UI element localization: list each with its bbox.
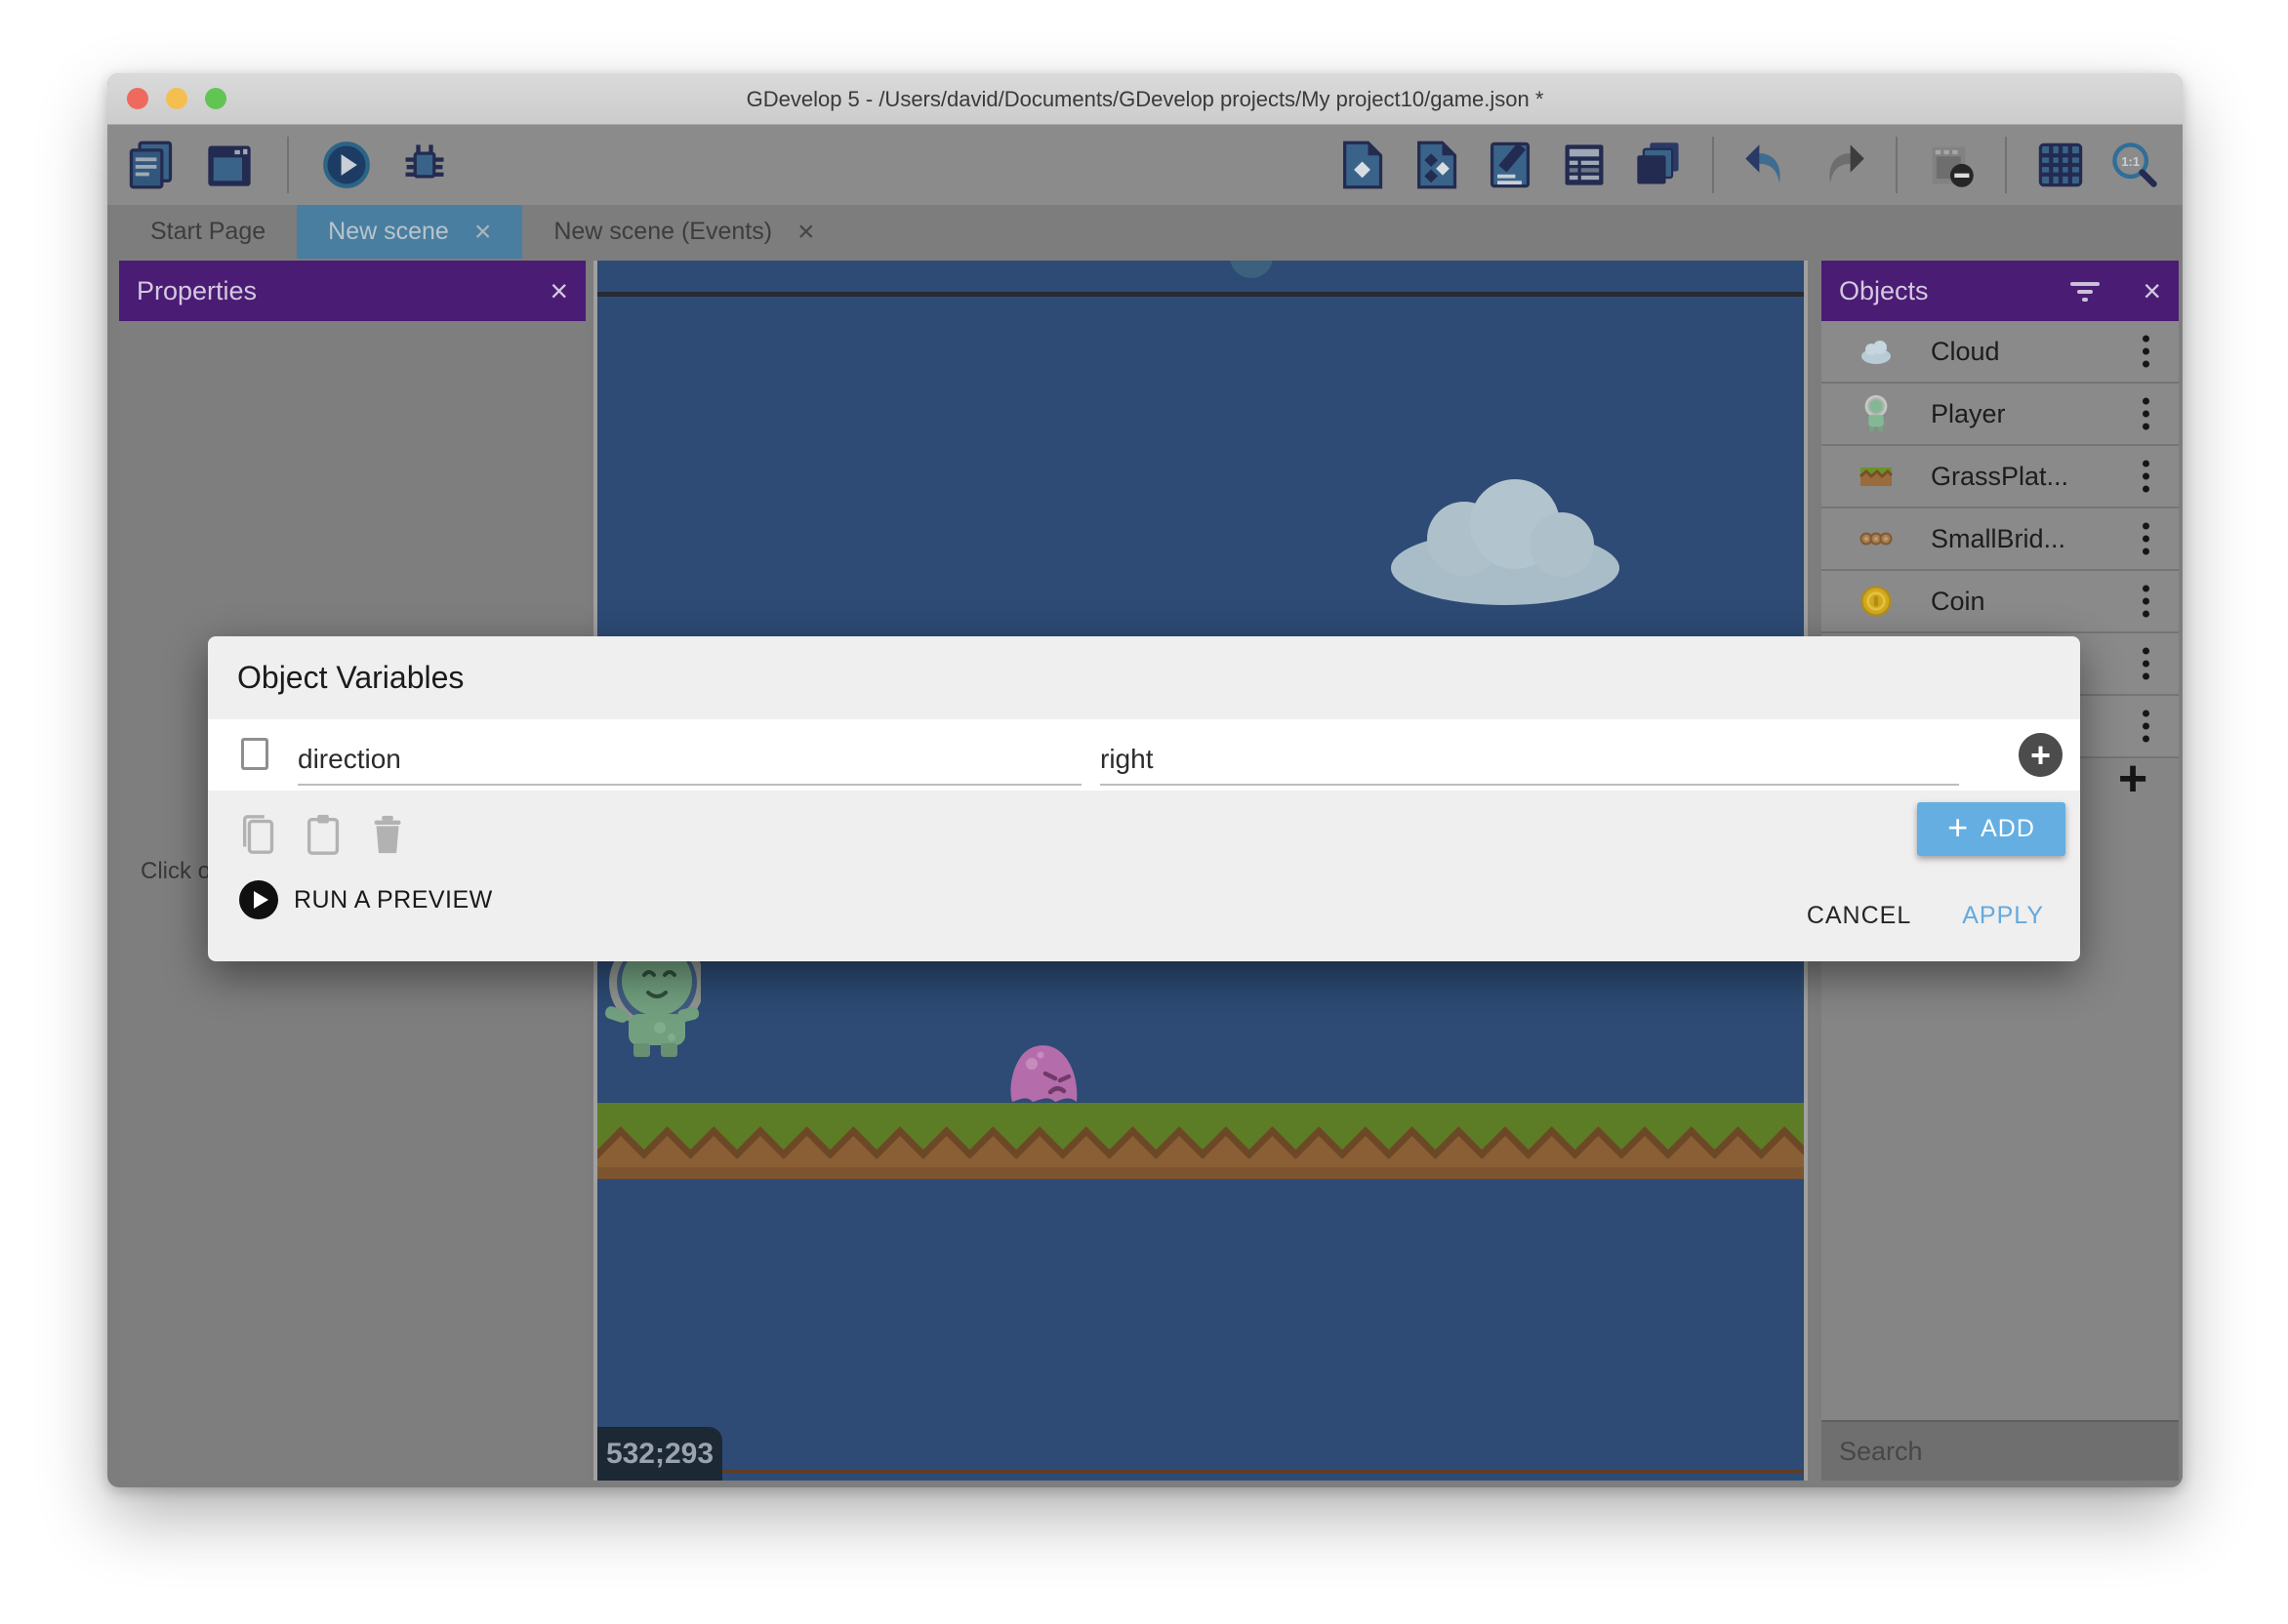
tab-start-page[interactable]: Start Page xyxy=(119,205,297,259)
object-name: SmallBrid... xyxy=(1931,524,2065,554)
preview-play-icon[interactable] xyxy=(320,139,373,191)
cloud-object[interactable] xyxy=(1378,470,1632,612)
debug-icon[interactable] xyxy=(398,139,451,191)
paste-icon[interactable] xyxy=(302,812,347,862)
object-name: Coin xyxy=(1931,587,1985,617)
object-row-smallbridge[interactable]: SmallBrid... xyxy=(1821,508,2179,571)
add-button-label: ADD xyxy=(1981,815,2035,843)
properties-hint: Click o xyxy=(141,858,211,885)
objects-search-bar xyxy=(1821,1420,2179,1481)
tab-new-scene[interactable]: New scene × xyxy=(297,205,522,259)
toggle-mask-icon[interactable] xyxy=(1925,139,1978,191)
toolbar: 1:1 xyxy=(107,125,2183,205)
close-panel-icon[interactable]: × xyxy=(550,273,568,309)
delete-icon[interactable] xyxy=(366,812,411,862)
redo-icon[interactable] xyxy=(1816,139,1868,191)
variable-row: + xyxy=(208,719,2080,791)
object-menu-icon[interactable] xyxy=(2143,710,2149,743)
tabbar: Start Page New scene × New scene (Events… xyxy=(119,205,846,259)
variable-name-input[interactable] xyxy=(298,735,1082,786)
object-menu-icon[interactable] xyxy=(2143,336,2149,368)
undo-icon[interactable] xyxy=(1741,139,1794,191)
start-page-icon[interactable] xyxy=(203,139,256,191)
objects-panel-header: Objects × xyxy=(1821,261,2179,321)
object-menu-icon[interactable] xyxy=(2143,461,2149,493)
object-menu-icon[interactable] xyxy=(2143,398,2149,430)
player-thumbnail-icon xyxy=(1821,394,1931,433)
toolbar-right: 1:1 xyxy=(1335,137,2161,193)
variable-toolbar xyxy=(237,812,411,862)
dialog-actions: CANCEL APPLY xyxy=(1803,896,2048,936)
object-row-cloud[interactable]: Cloud xyxy=(1821,321,2179,384)
grass-platform-object[interactable] xyxy=(597,1103,1804,1179)
properties-panel-header: Properties × xyxy=(119,261,586,321)
toolbar-separator xyxy=(287,137,289,193)
enemy-slime-object[interactable] xyxy=(1007,1041,1082,1108)
close-tab-icon[interactable]: × xyxy=(474,218,492,247)
object-row-player[interactable]: Player xyxy=(1821,384,2179,446)
add-child-variable-icon[interactable]: + xyxy=(2019,733,2063,777)
object-menu-icon[interactable] xyxy=(2143,586,2149,618)
bubble-object[interactable] xyxy=(1230,261,1273,278)
add-variable-button[interactable]: + ADD xyxy=(1917,802,2065,856)
object-name: GrassPlat... xyxy=(1931,462,2068,492)
screenshot: GDevelop 5 - /Users/david/Documents/GDev… xyxy=(0,0,2288,1624)
grid-icon[interactable] xyxy=(2034,139,2087,191)
object-variables-dialog: Object Variables + + ADD RUN xyxy=(208,636,2080,961)
scene-bottom-border xyxy=(597,1470,1804,1474)
scene-top-border xyxy=(597,292,1804,297)
add-object-icon[interactable] xyxy=(1335,139,1388,191)
toolbar-separator xyxy=(1896,137,1898,193)
tab-label: Start Page xyxy=(150,218,266,246)
scene-properties-icon[interactable] xyxy=(1558,139,1611,191)
cancel-button[interactable]: CANCEL xyxy=(1803,896,1915,936)
object-name: Cloud xyxy=(1931,337,2000,367)
close-tab-icon[interactable]: × xyxy=(797,218,815,247)
tab-label: New scene xyxy=(328,218,449,246)
svg-text:1:1: 1:1 xyxy=(2121,154,2140,169)
toolbar-separator xyxy=(2005,137,2007,193)
object-row-coin[interactable]: Coin xyxy=(1821,571,2179,633)
grass-platform-thumbnail-icon xyxy=(1821,459,1931,494)
toolbar-left xyxy=(125,137,451,193)
filter-icon[interactable] xyxy=(2067,279,2103,311)
coin-thumbnail-icon xyxy=(1821,582,1931,621)
edit-scene-icon[interactable] xyxy=(1484,139,1536,191)
object-row-grassplatform[interactable]: GrassPlat... xyxy=(1821,446,2179,508)
close-panel-icon[interactable]: × xyxy=(2143,273,2161,309)
variable-value-input[interactable] xyxy=(1100,735,1959,786)
project-manager-icon[interactable] xyxy=(125,139,178,191)
window-title: GDevelop 5 - /Users/david/Documents/GDev… xyxy=(107,73,2183,125)
copy-icon[interactable] xyxy=(237,812,282,862)
zoom-1-1-icon[interactable]: 1:1 xyxy=(2108,139,2161,191)
tab-label: New scene (Events) xyxy=(553,218,772,246)
variable-checkbox[interactable] xyxy=(241,738,268,770)
objects-search-input[interactable] xyxy=(1839,1437,2183,1467)
object-menu-icon[interactable] xyxy=(2143,648,2149,680)
layers-icon[interactable] xyxy=(1632,139,1685,191)
toolbar-separator xyxy=(1712,137,1714,193)
object-menu-icon[interactable] xyxy=(2143,523,2149,555)
run-preview-label: RUN A PREVIEW xyxy=(294,886,493,914)
cloud-thumbnail-icon xyxy=(1821,334,1931,369)
tab-new-scene-events[interactable]: New scene (Events) × xyxy=(522,205,845,259)
object-name: Player xyxy=(1931,399,2006,429)
dialog-title: Object Variables xyxy=(237,660,464,696)
play-icon xyxy=(239,880,278,919)
cursor-coordinates-badge: 532;293 xyxy=(597,1427,722,1481)
titlebar: GDevelop 5 - /Users/david/Documents/GDev… xyxy=(107,73,2183,125)
gdevelop-window: GDevelop 5 - /Users/david/Documents/GDev… xyxy=(107,73,2183,1487)
objects-group-icon[interactable] xyxy=(1410,139,1462,191)
add-object-button[interactable]: + xyxy=(2108,753,2157,808)
run-preview-button[interactable]: RUN A PREVIEW xyxy=(239,880,493,919)
properties-panel-title: Properties xyxy=(137,276,257,306)
objects-panel-title: Objects xyxy=(1839,276,1929,306)
apply-button[interactable]: APPLY xyxy=(1958,896,2048,936)
small-bridge-thumbnail-icon xyxy=(1821,521,1931,556)
